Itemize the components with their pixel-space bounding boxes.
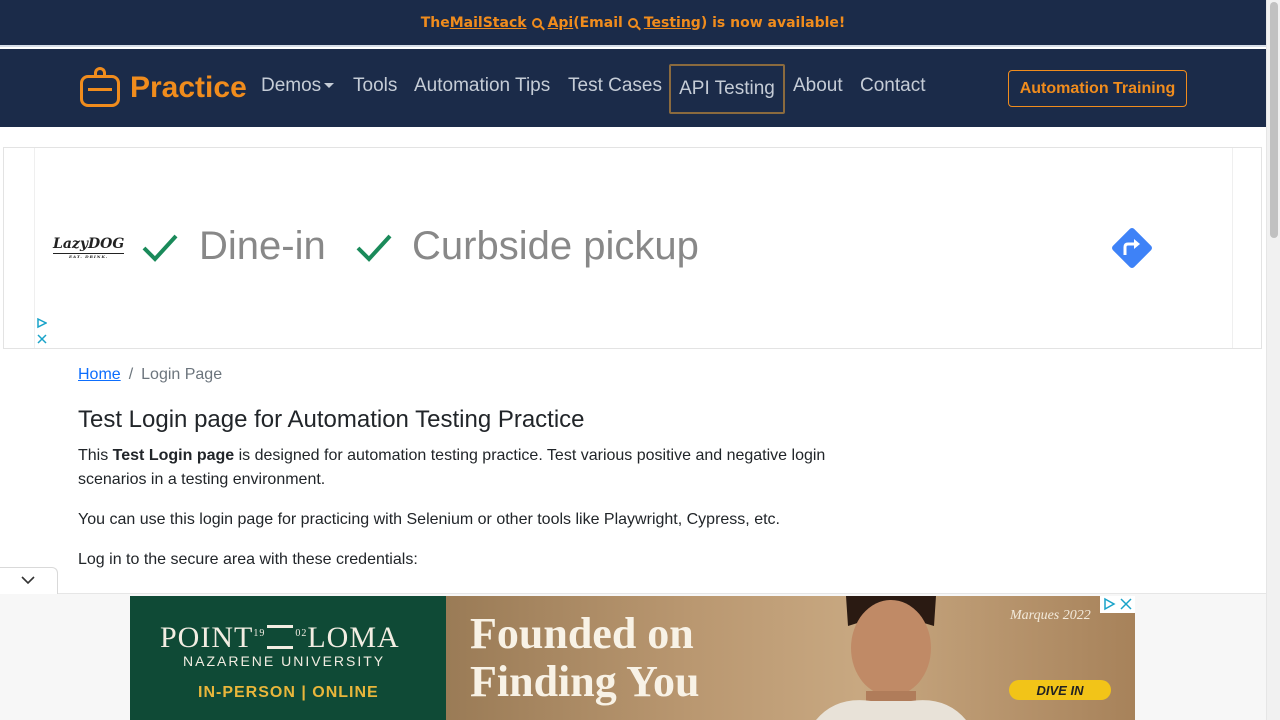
ad-item-dine-in: Dine-in	[199, 224, 326, 268]
credentials-paragraph: Log in to the secure area with these cre…	[78, 551, 418, 568]
search-icon	[531, 17, 542, 28]
ad-choices-icon[interactable]	[1100, 596, 1135, 613]
breadcrumb-current: Login Page	[141, 366, 223, 383]
dive-in-button[interactable]: DIVE IN	[1009, 680, 1111, 700]
main-navbar: Practice Demos Tools Automation Tips Tes…	[0, 49, 1266, 127]
nav-demos-label: Demos	[261, 75, 322, 96]
announcement-bar: The MailStack Api (Email Testing ) is no…	[0, 0, 1266, 47]
bottom-advertisement[interactable]: POINT19 02LOMA NAZARENE UNIVERSITY IN-PER…	[130, 596, 1135, 720]
breadcrumb: Home / Login Page	[78, 366, 223, 383]
student-photo-icon	[816, 596, 966, 720]
top-advertisement[interactable]: LazyDOG EAT. DRINK. Dine-in Curbside pic…	[3, 147, 1262, 349]
ad-caption: Marques 2022	[1010, 608, 1091, 623]
ad-item-curbside: Curbside pickup	[412, 224, 699, 268]
university-logo: POINT19 02LOMA	[160, 621, 400, 654]
testing-link[interactable]: Testing	[644, 15, 701, 31]
nav-tools[interactable]: Tools	[353, 75, 397, 97]
ad-choices-icon[interactable]	[37, 317, 48, 348]
ad-brand-logo: LazyDOG EAT. DRINK.	[53, 236, 125, 259]
announcement-text-mid: (Email	[573, 14, 623, 31]
nav-about[interactable]: About	[793, 75, 843, 97]
caret-down-icon	[324, 83, 335, 89]
search-icon	[627, 17, 638, 28]
ad-banner-content[interactable]: LazyDOG EAT. DRINK. Dine-in Curbside pic…	[34, 148, 1233, 348]
checkmark-icon	[141, 233, 179, 263]
announcement-text-pre: The	[420, 14, 450, 31]
page-title: Test Login page for Automation Testing P…	[78, 406, 585, 433]
intro-bold-text: Test Login page	[112, 447, 235, 464]
ad-headline: Founded on Finding You	[470, 609, 700, 706]
directions-icon[interactable]	[1109, 225, 1155, 271]
ad-photo-panel: Founded on Finding You Marques 2022 DIVE…	[446, 596, 1135, 720]
nav-test-cases[interactable]: Test Cases	[568, 75, 662, 97]
checkmark-icon	[355, 233, 393, 263]
ad-brand-name: LazyDOG	[53, 236, 125, 252]
announcement-text-post: ) is now available!	[700, 14, 846, 31]
robot-logo-icon	[78, 67, 122, 109]
page-scrollbar[interactable]	[1266, 0, 1280, 720]
study-modes: IN-PERSON | ONLINE	[198, 684, 379, 701]
ad-brand-tagline: EAT. DRINK.	[53, 253, 125, 259]
collapse-ad-button[interactable]	[0, 567, 58, 594]
chevron-down-icon	[21, 576, 35, 585]
automation-training-button[interactable]: Automation Training	[1008, 70, 1187, 107]
nav-api-testing[interactable]: API Testing	[669, 64, 785, 114]
scrollbar-thumb[interactable]	[1270, 2, 1278, 238]
tools-paragraph: You can use this login page for practici…	[78, 511, 780, 528]
api-link[interactable]: Api	[548, 15, 574, 31]
breadcrumb-home-link[interactable]: Home	[78, 366, 121, 383]
nav-demos-dropdown[interactable]: Demos	[261, 75, 335, 97]
mailstack-link[interactable]: MailStack	[450, 15, 527, 31]
university-name: NAZARENE UNIVERSITY	[183, 653, 386, 669]
ad-university-panel: POINT19 02LOMA NAZARENE UNIVERSITY IN-PER…	[130, 596, 446, 720]
brand-link[interactable]: Practice	[78, 67, 247, 109]
university-seal-icon	[267, 625, 294, 649]
nav-automation-tips[interactable]: Automation Tips	[414, 75, 550, 97]
intro-paragraph: This Test Login page is designed for aut…	[78, 447, 826, 488]
brand-name: Practice	[130, 71, 247, 104]
nav-contact[interactable]: Contact	[860, 75, 925, 97]
